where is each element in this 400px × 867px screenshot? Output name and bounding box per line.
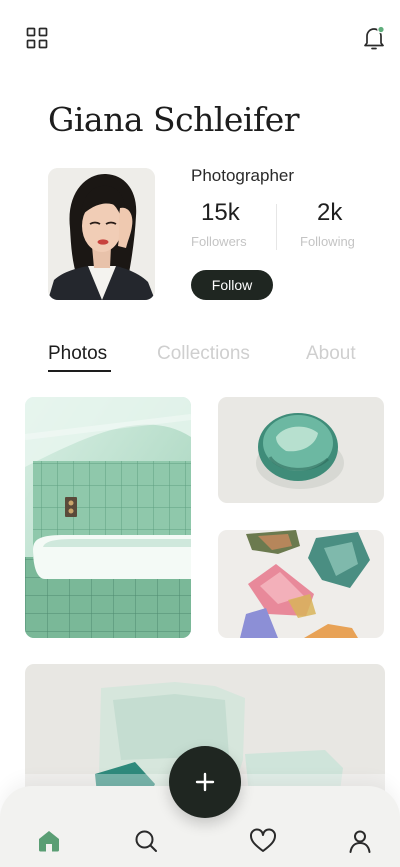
following-count: 2k [317, 199, 343, 226]
grid-icon [26, 27, 48, 49]
heart-icon [250, 828, 276, 852]
bell-icon [364, 25, 385, 50]
profile-screen: Giana Schleifer Photographer 15k Followe… [0, 0, 400, 867]
tab-collections[interactable]: Collections [157, 343, 250, 365]
notifications-button[interactable] [360, 24, 388, 52]
home-icon [39, 831, 59, 852]
followers-label: Followers [191, 234, 247, 249]
follow-button[interactable]: Follow [191, 270, 273, 300]
plus-icon [195, 772, 215, 792]
active-tab-indicator [48, 370, 111, 372]
following-label: Following [300, 234, 355, 249]
tab-photos[interactable]: Photos [48, 343, 107, 365]
search-icon [135, 830, 157, 852]
avatar [48, 168, 155, 300]
photo-bathtub[interactable] [25, 397, 191, 638]
add-button[interactable] [169, 746, 241, 818]
nav-search[interactable] [131, 826, 161, 856]
photo-crystals[interactable] [218, 530, 384, 638]
user-icon [349, 830, 371, 853]
followers-count: 15k [201, 199, 240, 226]
nav-home[interactable] [34, 826, 64, 856]
tab-about[interactable]: About [306, 343, 356, 365]
profile-role: Photographer [191, 166, 295, 185]
stats-divider [276, 204, 277, 250]
profile-name: Giana Schleifer [48, 100, 300, 139]
grid-menu-button[interactable] [24, 25, 50, 51]
photo-glass-stone[interactable] [218, 397, 384, 503]
nav-profile[interactable] [345, 826, 375, 856]
nav-favorites[interactable] [248, 826, 278, 856]
